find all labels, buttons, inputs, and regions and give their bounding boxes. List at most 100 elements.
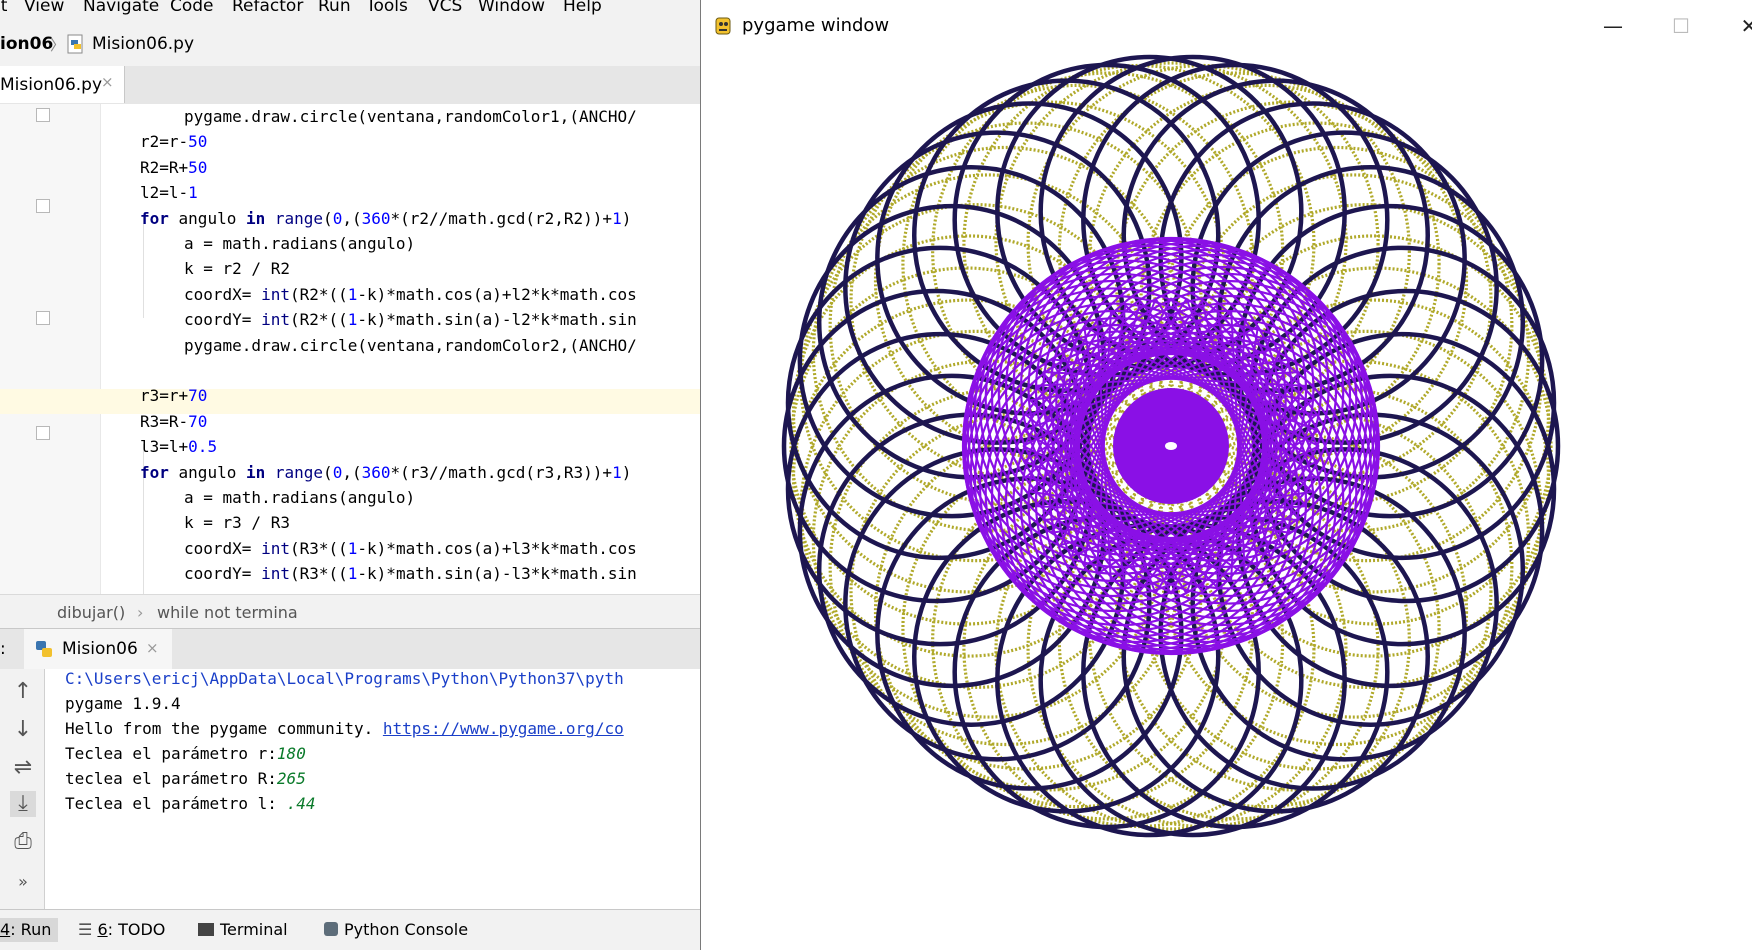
- menu-help[interactable]: Help: [563, 0, 602, 16]
- editor-tab-label: Mision06.py: [0, 75, 103, 95]
- console-hello-text: Hello from the pygame community.: [65, 719, 383, 738]
- code-line: r3=r+70: [140, 386, 208, 406]
- menu-edit[interactable]: it: [0, 0, 7, 16]
- breadcrumb-function[interactable]: dibujar(): [57, 603, 125, 622]
- code-line: coordX= int(R2*((1-k)*math.cos(a)+l2*k*m…: [184, 284, 637, 304]
- soft-wrap-icon[interactable]: ⇌: [10, 755, 36, 781]
- console-version-line: pygame 1.9.4: [65, 694, 181, 713]
- run-panel-header: : Mision06 ×: [0, 628, 700, 670]
- console-prompt-l: Teclea el parámetro l: .44: [65, 794, 315, 813]
- close-icon[interactable]: ✕: [1731, 12, 1752, 40]
- close-icon[interactable]: ×: [101, 73, 114, 91]
- prompt-l-text: Teclea el parámetro l:: [65, 794, 287, 813]
- pygame-window[interactable]: pygame window — ☐ ✕: [700, 0, 1752, 950]
- terminal-icon: [198, 923, 214, 936]
- current-line-highlight: [0, 389, 700, 414]
- todo-tool-label: : TODO: [107, 920, 166, 939]
- spirograph-canvas: [781, 54, 1561, 838]
- code-line: k = r2 / R2: [184, 259, 290, 279]
- pygame-logo-icon: [715, 17, 731, 35]
- input-R-value: 265: [276, 769, 306, 788]
- code-line: a = math.radians(angulo): [184, 234, 416, 253]
- menu-view[interactable]: View: [24, 0, 64, 16]
- fold-marker-icon[interactable]: [36, 108, 50, 122]
- code-line: pygame.draw.circle(ventana,randomColor2,…: [184, 335, 637, 355]
- center-dot: [1165, 442, 1177, 450]
- run-tab[interactable]: Mision06 ×: [24, 629, 172, 669]
- code-line: a = math.radians(angulo): [184, 488, 416, 507]
- python-logo-icon: [36, 641, 52, 657]
- code-line: for angulo in range(0,(360*(r3//math.gcd…: [140, 462, 632, 482]
- console-path-line: C:\Users\ericj\AppData\Local\Programs\Py…: [65, 669, 624, 688]
- maximize-icon[interactable]: ☐: [1663, 12, 1699, 40]
- menu-navigate[interactable]: Navigate: [83, 0, 159, 16]
- run-tab-label: Mision06: [62, 639, 138, 659]
- breadcrumb-file[interactable]: Mision06.py: [92, 34, 194, 54]
- python-console-tool-button[interactable]: Python Console: [324, 918, 468, 942]
- close-icon[interactable]: ×: [146, 639, 159, 657]
- chevron-right-icon: ›: [137, 603, 144, 622]
- run-tool-label: : Run: [10, 920, 52, 939]
- fold-marker-icon[interactable]: [36, 199, 50, 213]
- prompt-R-text: teclea el parámetro R:: [65, 769, 277, 788]
- editor-gutter: [0, 104, 101, 594]
- input-l-value: .44: [286, 794, 316, 813]
- python-console-icon: [324, 922, 338, 936]
- todo-tool-number: 6: [97, 920, 108, 939]
- terminal-label: Terminal: [220, 920, 288, 939]
- console-prompt-r: Teclea el parámetro r:180: [65, 744, 306, 763]
- code-line: R3=R-70: [140, 411, 208, 431]
- run-tool-button[interactable]: 4: Run: [0, 918, 58, 942]
- code-line: pygame.draw.circle(ventana,randomColor1,…: [184, 107, 637, 126]
- pygame-titlebar[interactable]: pygame window — ☐ ✕: [701, 0, 1752, 52]
- breadcrumb-project[interactable]: ion06: [0, 34, 53, 54]
- up-arrow-icon[interactable]: ↑: [10, 679, 36, 705]
- code-line: for angulo in range(0,(360*(r2//math.gcd…: [140, 208, 632, 228]
- menu-code[interactable]: Code: [170, 0, 214, 16]
- structure-breadcrumbs: dibujar() › while not termina: [0, 594, 700, 629]
- code-line: l2=l-1: [140, 183, 198, 203]
- run-panel-prefix: :: [0, 639, 6, 659]
- pygame-link[interactable]: https://www.pygame.org/co: [383, 719, 624, 738]
- console-prompt-R: teclea el parámetro R:265: [65, 769, 306, 788]
- minimize-icon[interactable]: —: [1595, 12, 1631, 40]
- scroll-to-end-icon[interactable]: ⤓: [10, 791, 36, 817]
- run-tool-number: 4: [0, 920, 11, 939]
- code-line: l3=l+0.5: [140, 437, 218, 457]
- code-editor[interactable]: pygame.draw.circle(ventana,randomColor1,…: [0, 104, 700, 594]
- python-file-icon: [67, 34, 83, 54]
- python-console-label: Python Console: [344, 920, 469, 939]
- fold-marker-icon[interactable]: [36, 426, 50, 440]
- menu-refactor[interactable]: Refactor: [232, 0, 303, 16]
- down-arrow-icon[interactable]: ↓: [10, 717, 36, 743]
- code-line: k = r3 / R3: [184, 513, 290, 533]
- code-line: r2=r-50: [140, 132, 208, 152]
- code-line: coordX= int(R3*((1-k)*math.cos(a)+l3*k*m…: [184, 538, 637, 558]
- terminal-tool-button[interactable]: Terminal: [198, 918, 288, 942]
- indent-guide: [143, 216, 144, 318]
- ide-window: it View Navigate Code Refactor Run Tools…: [0, 0, 700, 950]
- editor-tab[interactable]: Mision06.py ×: [0, 66, 125, 103]
- code-line: coordY= int(R2*((1-k)*math.sin(a)-l2*k*m…: [184, 310, 637, 330]
- menu-bar: it View Navigate Code Refactor Run Tools…: [0, 0, 700, 16]
- run-toolbar: ↑ ↓ ⇌ ⤓ ⎙ »: [0, 669, 45, 909]
- pygame-window-title: pygame window: [742, 15, 890, 36]
- menu-window[interactable]: Window: [478, 0, 545, 16]
- console-hello-line: Hello from the pygame community. https:/…: [65, 719, 624, 738]
- menu-tools[interactable]: Tools: [366, 0, 408, 16]
- chevron-right-icon: 〉: [50, 36, 66, 54]
- print-icon[interactable]: ⎙: [10, 829, 36, 855]
- todo-tool-button[interactable]: ☰ 6: TODO: [78, 918, 165, 942]
- navigation-bar: ion06 〉 Mision06.py: [0, 24, 700, 67]
- prompt-r-text: Teclea el parámetro r:: [65, 744, 277, 763]
- input-r-value: 180: [276, 744, 306, 763]
- editor-tab-bar: Mision06.py ×: [0, 66, 700, 105]
- menu-vcs[interactable]: VCS: [428, 0, 462, 16]
- code-line: R2=R+50: [140, 157, 208, 177]
- menu-run[interactable]: Run: [318, 0, 351, 16]
- breadcrumb-loop[interactable]: while not termina: [157, 603, 298, 622]
- tool-window-bar: 4: Run ☰ 6: TODO Terminal Python Console: [0, 909, 700, 950]
- run-console-output[interactable]: C:\Users\ericj\AppData\Local\Programs\Py…: [45, 669, 700, 909]
- fold-marker-icon[interactable]: [36, 311, 50, 325]
- expand-icon[interactable]: »: [10, 869, 36, 895]
